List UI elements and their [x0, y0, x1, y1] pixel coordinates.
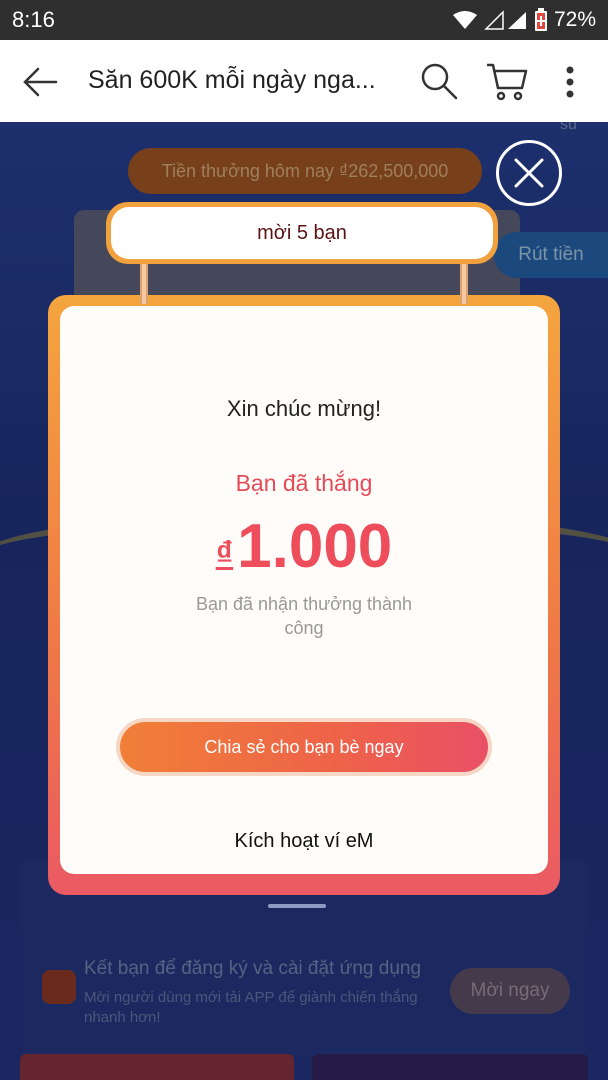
prize-amount: ₫ 1.000 [60, 512, 548, 582]
search-icon[interactable] [420, 62, 458, 100]
battery-level: 72% [553, 8, 596, 31]
battery-icon [534, 8, 548, 32]
app-bar: Săn 600K mỗi ngày nga... [0, 40, 608, 122]
sign-pole-right [460, 262, 468, 304]
status-bar: 8:16 72% [0, 0, 608, 40]
close-icon [514, 158, 544, 188]
wifi-icon [452, 10, 478, 30]
signal-icon [484, 10, 528, 30]
status-time: 8:16 [12, 7, 55, 32]
received-text: Bạn đã nhận thưởng thành công [195, 594, 413, 638]
reward-modal [60, 306, 548, 874]
modal-header-text: mời 5 bạn [111, 207, 493, 259]
activate-wallet-link[interactable]: Kích hoạt ví eM [60, 830, 548, 853]
status-icons: 72% [452, 8, 596, 32]
modal-header-sign: mời 5 bạn [106, 202, 498, 264]
share-button[interactable]: Chia sẻ cho bạn bè ngay [116, 718, 492, 776]
you-won-text: Bạn đã thắng [235, 470, 373, 496]
sign-pole-left [140, 262, 148, 304]
share-button-label: Chia sẻ cho bạn bè ngay [120, 722, 488, 772]
cart-icon[interactable] [486, 62, 528, 102]
close-button[interactable] [496, 140, 562, 206]
page-title: Săn 600K mỗi ngày nga... [88, 66, 376, 94]
sheet-handle [268, 904, 326, 908]
back-arrow-icon[interactable] [22, 64, 58, 100]
prize-currency-symbol: ₫ [215, 535, 234, 573]
congrats-text: Xin chúc mừng! [226, 396, 382, 421]
more-vert-icon[interactable] [562, 64, 578, 100]
prize-value: 1.000 [237, 512, 393, 581]
